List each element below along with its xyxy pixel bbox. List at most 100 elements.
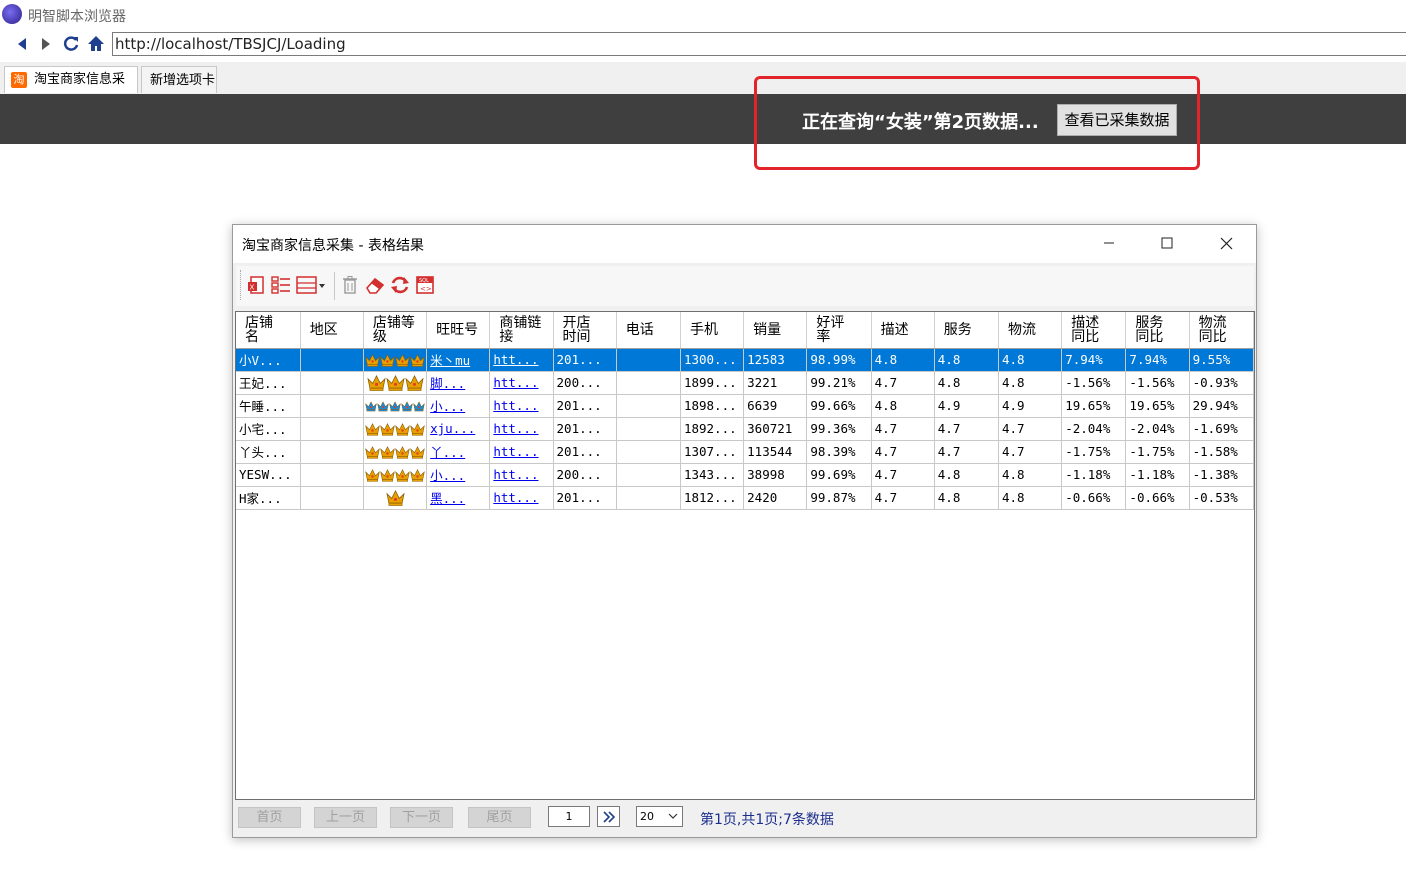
crown-icon [380,469,395,482]
column-header[interactable]: 手机 [680,312,745,349]
table-cell-desc: 4.7 [871,486,935,510]
sql-export-icon[interactable]: SQL <> [414,274,436,296]
table-cell-region [300,463,364,487]
column-header-text: 旺旺号 [436,321,479,338]
table-cell-sales: 12583 [743,348,808,372]
tab-taobao-collector[interactable]: 淘 淘宝商家信息采集 [4,66,138,113]
shop-link[interactable]: htt... [493,375,538,390]
table-cell-link: htt... [489,486,554,510]
table-cell-region [300,394,364,418]
wangwang-link[interactable]: 小... [430,468,465,483]
table-cell-region [300,440,364,464]
wangwang-link[interactable]: xju... [430,421,475,436]
column-header[interactable]: 销量 [743,312,808,349]
table-cell-logistics-cmp: -1.69% [1189,417,1255,441]
first-page-button[interactable]: 首页 [238,807,301,828]
table-row[interactable]: 王妃... 脚... htt... 200... 1899... 3221 99.21% 4.… [236,371,1255,395]
table-cell-sales: 113544 [743,440,808,464]
minimize-icon[interactable] [1095,232,1123,254]
table-cell-level [363,463,428,487]
export-excel-icon[interactable]: X [245,274,267,296]
shop-link[interactable]: htt... [493,490,538,505]
table-row[interactable]: 小宅... xju... htt... 201... 1892... 360721 99.3… [236,417,1255,441]
browser-logo-icon [2,4,22,24]
column-header[interactable]: 店铺等级 [363,312,428,349]
svg-text:X: X [250,284,255,292]
table-cell-level [363,371,428,395]
forward-icon[interactable] [36,34,56,54]
column-header[interactable]: 地区 [300,312,364,349]
column-header[interactable]: 店铺名 [236,312,301,349]
table-cell-logistics-cmp: 9.55% [1189,348,1255,372]
table-cell-logistics: 4.7 [998,440,1063,464]
table-cell-logistics: 4.8 [998,371,1063,395]
column-header[interactable]: 物流 [998,312,1063,349]
go-page-icon[interactable] [597,806,620,827]
shop-link[interactable]: htt... [493,467,538,482]
column-select-icon[interactable] [270,274,292,296]
crown-icon [365,401,377,412]
column-header-text: 服务 [943,321,972,338]
table-cell-desc: 4.7 [871,440,935,464]
column-header[interactable]: 物流 同比 [1189,312,1255,349]
shop-link[interactable]: htt... [493,421,538,436]
page-number-input[interactable]: 1 [548,806,590,827]
table-cell-opened: 201... [553,486,617,510]
delete-icon[interactable] [339,274,361,296]
wangwang-link[interactable]: 小... [430,399,465,414]
column-header[interactable]: 服务 同比 [1125,312,1190,349]
table-cell-phone [616,394,681,418]
next-page-button[interactable]: 下一页 [390,807,453,828]
column-header[interactable]: 旺旺号 [426,312,491,349]
address-bar-input[interactable]: http://localhost/TBSJCJ/Loading [112,32,1406,56]
maximize-icon[interactable] [1153,232,1181,254]
column-header[interactable]: 服务 [934,312,1000,349]
wangwang-link[interactable]: 米丶mu [430,353,470,368]
tab-new-tab[interactable]: 新增选项卡 [141,66,217,93]
wangwang-link[interactable]: 丫... [430,445,465,460]
page-size-select[interactable]: 20 [636,806,683,827]
table-cell-region [300,371,364,395]
home-icon[interactable] [86,34,106,54]
column-header[interactable]: 好评率 [806,312,872,349]
table-row[interactable]: 午睡... 小... htt... 201... 1898... 6639 99.66% 4.… [236,394,1255,418]
prev-page-button[interactable]: 上一页 [314,807,377,828]
table-cell-mobile: 1892... [680,417,745,441]
column-header[interactable]: 商铺链接 [489,312,554,349]
table-cell-desc-cmp: -1.75% [1061,440,1127,464]
table-cell-opened: 201... [553,417,617,441]
refresh-data-icon[interactable] [389,274,411,296]
layout-icon[interactable] [295,274,327,296]
table-cell-wangwang: 黑... [426,486,491,510]
dialog-title: 淘宝商家信息采集 - 表格结果 [242,238,424,254]
table-row[interactable]: 小V... 米丶mu htt... 201... 1300... 12583 98.99% 4… [236,348,1255,372]
eraser-icon[interactable] [364,274,386,296]
back-icon[interactable] [12,34,32,54]
page-info-text: 第1页,共1页;7条数据 [700,812,834,828]
close-icon[interactable] [1212,232,1240,254]
table-cell-level [363,417,428,441]
crown-icon [380,354,395,367]
table-row[interactable]: YESW... 小... htt... 200... 1343... 38998 99.69… [236,463,1255,487]
wangwang-link[interactable]: 脚... [430,376,465,391]
results-table: 店铺名地区 店铺等级旺旺号 商铺链接开店 时间 电话 手机 销量 好评率描述 服务 物流 描述 同比服… [236,312,1255,510]
table-cell-shop: 王妃... [236,371,301,395]
column-header[interactable]: 电话 [616,312,681,349]
table-row[interactable]: H家... 黑... htt... 201... 1812... 2420 99.87% 4.… [236,486,1255,510]
last-page-button[interactable]: 尾页 [468,807,531,828]
shop-link[interactable]: htt... [493,444,538,459]
table-row[interactable]: 丫头... 丫... htt... 201... 1307... 113544 98.39%… [236,440,1255,464]
crown-icon [413,401,425,412]
table-cell-logistics: 4.7 [998,417,1063,441]
column-header[interactable]: 描述 同比 [1061,312,1127,349]
refresh-icon[interactable] [61,34,81,54]
shop-link[interactable]: htt... [493,352,538,367]
column-header-text: 时间 [562,328,591,345]
column-header[interactable]: 开店 时间 [553,312,617,349]
table-cell-sales: 2420 [743,486,808,510]
column-header[interactable]: 描述 [871,312,935,349]
wangwang-link[interactable]: 黑... [430,491,465,506]
table-cell-logistics-cmp: 29.94% [1189,394,1255,418]
table-cell-service: 4.8 [934,463,1000,487]
shop-link[interactable]: htt... [493,398,538,413]
